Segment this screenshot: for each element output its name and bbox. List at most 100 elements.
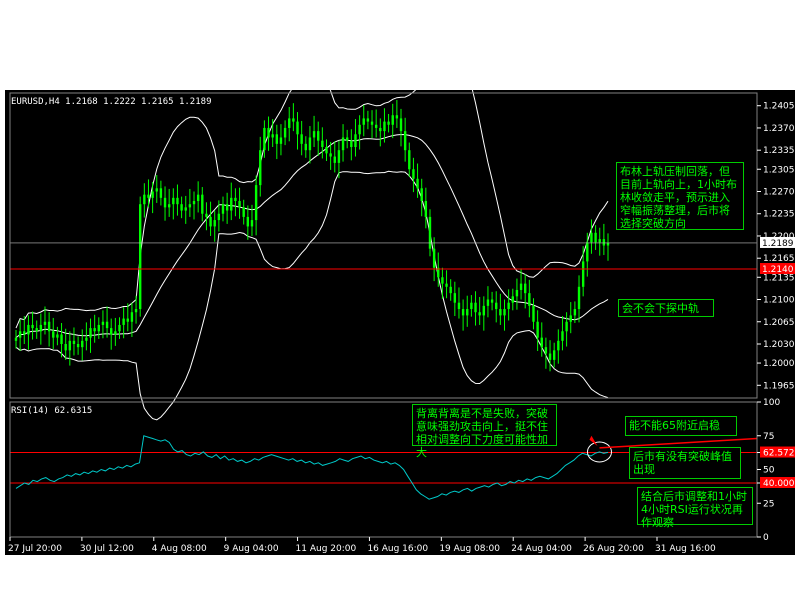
candle-body	[341, 137, 345, 151]
price-tick-label: 1.2235	[763, 210, 795, 220]
candle-body	[528, 293, 531, 306]
candle-body	[143, 194, 146, 205]
candle-body	[532, 305, 535, 322]
annotation-bollinger: 布林上轨压制回落，但目前上轨向上，1小时布林收敛走平，预示进入窄幅振荡整理，后市…	[616, 162, 744, 230]
time-tick-label: 30 Jul 12:00	[80, 544, 134, 554]
candle-body	[271, 134, 274, 138]
candle-body	[374, 124, 378, 128]
candle-body	[598, 239, 601, 243]
candle-body	[577, 286, 581, 310]
price-tick-label: 1.2100	[763, 296, 795, 306]
candle-body	[325, 147, 328, 154]
candle-body	[461, 309, 465, 316]
annotation-middle-band: 会不会下探中轨	[618, 299, 714, 317]
candle-body	[387, 121, 390, 125]
rsi-header: RSI(14) 62.6315	[11, 406, 93, 416]
candle-body	[52, 331, 55, 338]
candle-body	[557, 340, 560, 351]
price-header: EURUSD,H4 1.2168 1.2222 1.2165 1.2189	[11, 97, 212, 107]
candle-body	[263, 127, 266, 151]
candle-body	[544, 347, 548, 354]
candle-body	[296, 121, 299, 135]
candle-body	[167, 204, 171, 208]
candle-body	[259, 150, 262, 186]
candle-body	[225, 204, 229, 211]
price-tick-label: 1.2335	[763, 146, 795, 156]
price-tick-label: 1.2270	[763, 187, 795, 197]
candle-body	[213, 220, 216, 227]
candle-body	[196, 194, 200, 202]
chart-svg: 1.24051.23701.23351.23051.22701.22351.22…	[8, 90, 795, 554]
candle-body	[47, 321, 51, 332]
time-tick-label: 11 Aug 20:00	[296, 544, 357, 554]
candle-body	[43, 321, 47, 325]
candle-body	[495, 302, 498, 310]
candle-body	[424, 201, 428, 217]
candle-body	[312, 131, 316, 138]
price-tick-label: 1.2030	[763, 340, 795, 350]
price-tick-label: 1.2370	[763, 124, 795, 134]
candle-body	[602, 239, 606, 246]
candle-body	[457, 302, 461, 310]
candle-body	[68, 340, 72, 351]
candle-body	[445, 283, 448, 287]
candle-body	[519, 283, 523, 290]
candle-body	[18, 331, 22, 338]
candle-body	[89, 328, 92, 338]
candle-body	[188, 204, 192, 208]
candle-body	[412, 169, 415, 179]
candle-body	[379, 127, 382, 132]
time-tick-label: 27 Jul 20:00	[8, 544, 62, 554]
candle-body	[420, 188, 423, 202]
candle-body	[569, 315, 572, 322]
annotation-rsi-observe: 结合后市调整和1小时4小时RSI运行状况再作观察	[637, 487, 753, 529]
time-tick-label: 4 Aug 08:00	[152, 544, 207, 554]
rsi-tick-label: 75	[763, 432, 774, 442]
annotation-peak: 后市有没有突破峰值出现	[629, 447, 741, 479]
rsi-tick-label: 0	[763, 533, 769, 543]
candle-body	[14, 337, 18, 341]
candle-body	[581, 261, 585, 287]
candle-body	[130, 312, 134, 322]
candle-body	[350, 140, 353, 148]
candle-body	[155, 188, 158, 192]
candle-body	[31, 324, 34, 329]
candle-body	[101, 321, 105, 325]
time-tick-label: 31 Aug 16:00	[655, 544, 716, 554]
candle-body	[292, 118, 295, 122]
candle-body	[64, 343, 67, 351]
candle-body	[110, 328, 113, 335]
candle-body	[234, 197, 237, 202]
candle-body	[321, 140, 324, 148]
candle-body	[432, 248, 436, 268]
candle-body	[126, 318, 129, 322]
candle-body	[573, 309, 577, 316]
candle-body	[93, 328, 96, 332]
chart-frame: 1.24051.23701.23351.23051.22701.22351.22…	[5, 90, 795, 555]
candle-body	[308, 137, 312, 151]
candle-body	[114, 331, 117, 335]
candle-body	[56, 334, 59, 338]
candle-body	[105, 321, 109, 329]
candle-body	[23, 331, 26, 335]
bollinger-lower	[15, 170, 609, 421]
candle-body	[586, 242, 589, 262]
candle-body	[337, 150, 341, 163]
candle-body	[217, 213, 221, 221]
price-tick-label: 1.2000	[763, 359, 795, 369]
candle-body	[478, 312, 481, 316]
candle-body	[27, 324, 30, 335]
candle-body	[482, 305, 486, 316]
candle-body	[594, 232, 597, 243]
candle-body	[333, 156, 336, 163]
candle-body	[362, 118, 365, 125]
candle-body	[441, 277, 444, 284]
candle-body	[403, 131, 407, 151]
candle-body	[163, 197, 167, 208]
candle-body	[221, 204, 225, 214]
candle-body	[122, 318, 125, 325]
rsi-tick-label: 40.0000	[763, 479, 795, 489]
candle-body	[238, 201, 241, 208]
candle-body	[242, 207, 245, 217]
candle-body	[565, 321, 568, 332]
